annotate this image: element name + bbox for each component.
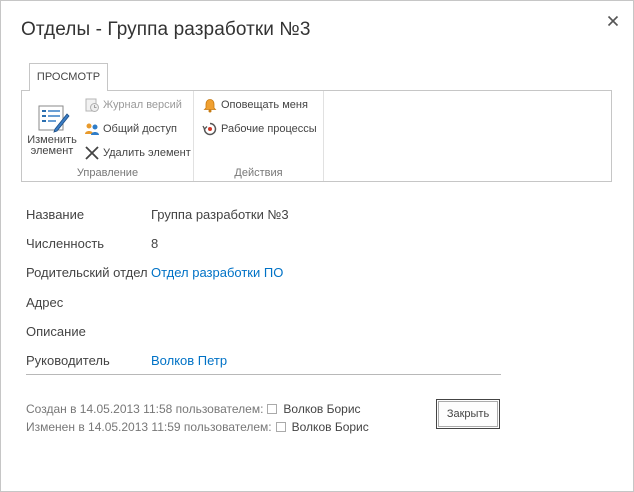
close-icon[interactable] (605, 13, 621, 29)
manager-link[interactable]: Волков Петр (151, 353, 227, 368)
group-label-manage: Управление (76, 167, 139, 179)
edit-item-icon (36, 102, 70, 137)
delete-item-button[interactable]: Удалить элемент (84, 144, 191, 162)
delete-icon (84, 145, 100, 161)
field-value-name: Группа разработки №3 (151, 207, 289, 222)
field-label-address: Адрес (26, 295, 64, 310)
field-value-size: 8 (151, 236, 159, 251)
tab-view[interactable]: ПРОСМОТР (29, 63, 108, 91)
shared-with-icon (84, 121, 100, 137)
bell-icon (202, 97, 218, 113)
workflows-button[interactable]: Рабочие процессы (202, 120, 317, 138)
ribbon-group-manage: Изменить элемент Журнал версий Общий дос… (22, 91, 194, 181)
field-label-size: Численность (26, 236, 105, 251)
view-item-dialog: Отделы - Группа разработки №3 ПРОСМОТР И… (0, 0, 634, 492)
created-info: Создан в 14.05.2013 11:58 пользователем:… (26, 402, 361, 416)
field-label-parent: Родительский отдел (26, 265, 148, 280)
delete-item-label: Удалить элемент (103, 147, 191, 159)
close-button[interactable]: Закрыть (436, 399, 500, 429)
group-label-actions: Действия (234, 167, 283, 179)
workflows-label: Рабочие процессы (221, 123, 317, 135)
field-label-description: Описание (26, 324, 86, 339)
alert-me-button[interactable]: Оповещать меня (202, 96, 308, 114)
dialog-title: Отделы - Группа разработки №3 (21, 19, 311, 40)
edit-item-label-line2: элемент (30, 145, 74, 157)
version-history-button[interactable]: Журнал версий (84, 96, 182, 114)
field-label-manager: Руководитель (26, 353, 110, 368)
field-label-name: Название (26, 207, 85, 222)
presence-icon (275, 422, 286, 432)
created-prefix: Создан в 14.05.2013 11:58 пользователем: (26, 402, 264, 416)
divider (26, 374, 501, 375)
edit-item-button[interactable]: Изменить элемент (26, 99, 78, 159)
alert-me-label: Оповещать меня (221, 99, 308, 111)
ribbon: Изменить элемент Журнал версий Общий дос… (21, 90, 612, 182)
version-history-label: Журнал версий (103, 99, 182, 111)
modified-prefix: Изменен в 14.05.2013 11:59 пользователем… (26, 420, 272, 434)
version-history-icon (84, 97, 100, 113)
shared-with-label: Общий доступ (103, 123, 177, 135)
modified-by-user[interactable]: Волков Борис (292, 420, 369, 434)
workflow-icon (202, 121, 218, 137)
created-by-user[interactable]: Волков Борис (283, 402, 360, 416)
ribbon-group-actions: Оповещать меня Рабочие процессы Действия (194, 91, 324, 181)
shared-with-button[interactable]: Общий доступ (84, 120, 177, 138)
presence-icon (267, 404, 278, 414)
parent-department-link[interactable]: Отдел разработки ПО (151, 265, 283, 280)
modified-info: Изменен в 14.05.2013 11:59 пользователем… (26, 420, 369, 434)
